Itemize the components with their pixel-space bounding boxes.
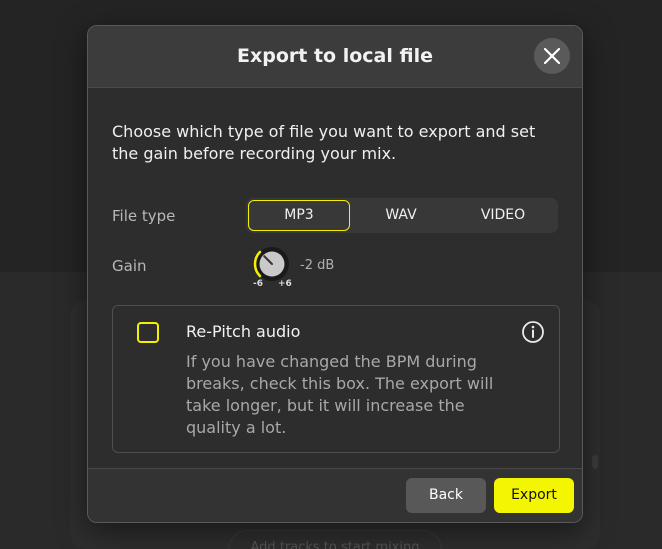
- backdrop-scroll-indicator: [592, 455, 598, 469]
- close-icon: [543, 47, 561, 65]
- gain-label: Gain: [112, 257, 147, 275]
- file-type-option-video[interactable]: VIDEO: [452, 200, 554, 231]
- dialog-footer: Back Export: [88, 468, 582, 522]
- export-button[interactable]: Export: [494, 478, 574, 513]
- close-button[interactable]: [534, 38, 570, 74]
- dialog-title: Export to local file: [237, 45, 433, 67]
- gain-value: -2 dB: [300, 258, 335, 273]
- back-button[interactable]: Back: [406, 478, 486, 513]
- repitch-option-card: Re-Pitch audio If you have changed the B…: [112, 305, 560, 453]
- add-tracks-hint: Add tracks to start mixing: [228, 530, 442, 549]
- info-icon[interactable]: [521, 320, 545, 344]
- repitch-description: If you have changed the BPM during break…: [186, 352, 494, 437]
- repitch-checkbox[interactable]: [137, 322, 159, 343]
- file-type-label: File type: [112, 207, 176, 225]
- export-dialog: Export to local file Choose which type o…: [87, 25, 583, 523]
- file-type-selector: MP3 WAV VIDEO: [246, 198, 558, 233]
- file-type-option-mp3[interactable]: MP3: [248, 200, 350, 231]
- file-type-option-wav[interactable]: WAV: [350, 200, 452, 231]
- dialog-intro-text: Choose which type of file you want to ex…: [112, 122, 536, 163]
- repitch-title: Re-Pitch audio: [186, 322, 301, 341]
- gain-max-label: +6: [278, 279, 292, 289]
- gain-min-label: -6: [253, 279, 263, 289]
- dialog-header: Export to local file: [88, 26, 582, 88]
